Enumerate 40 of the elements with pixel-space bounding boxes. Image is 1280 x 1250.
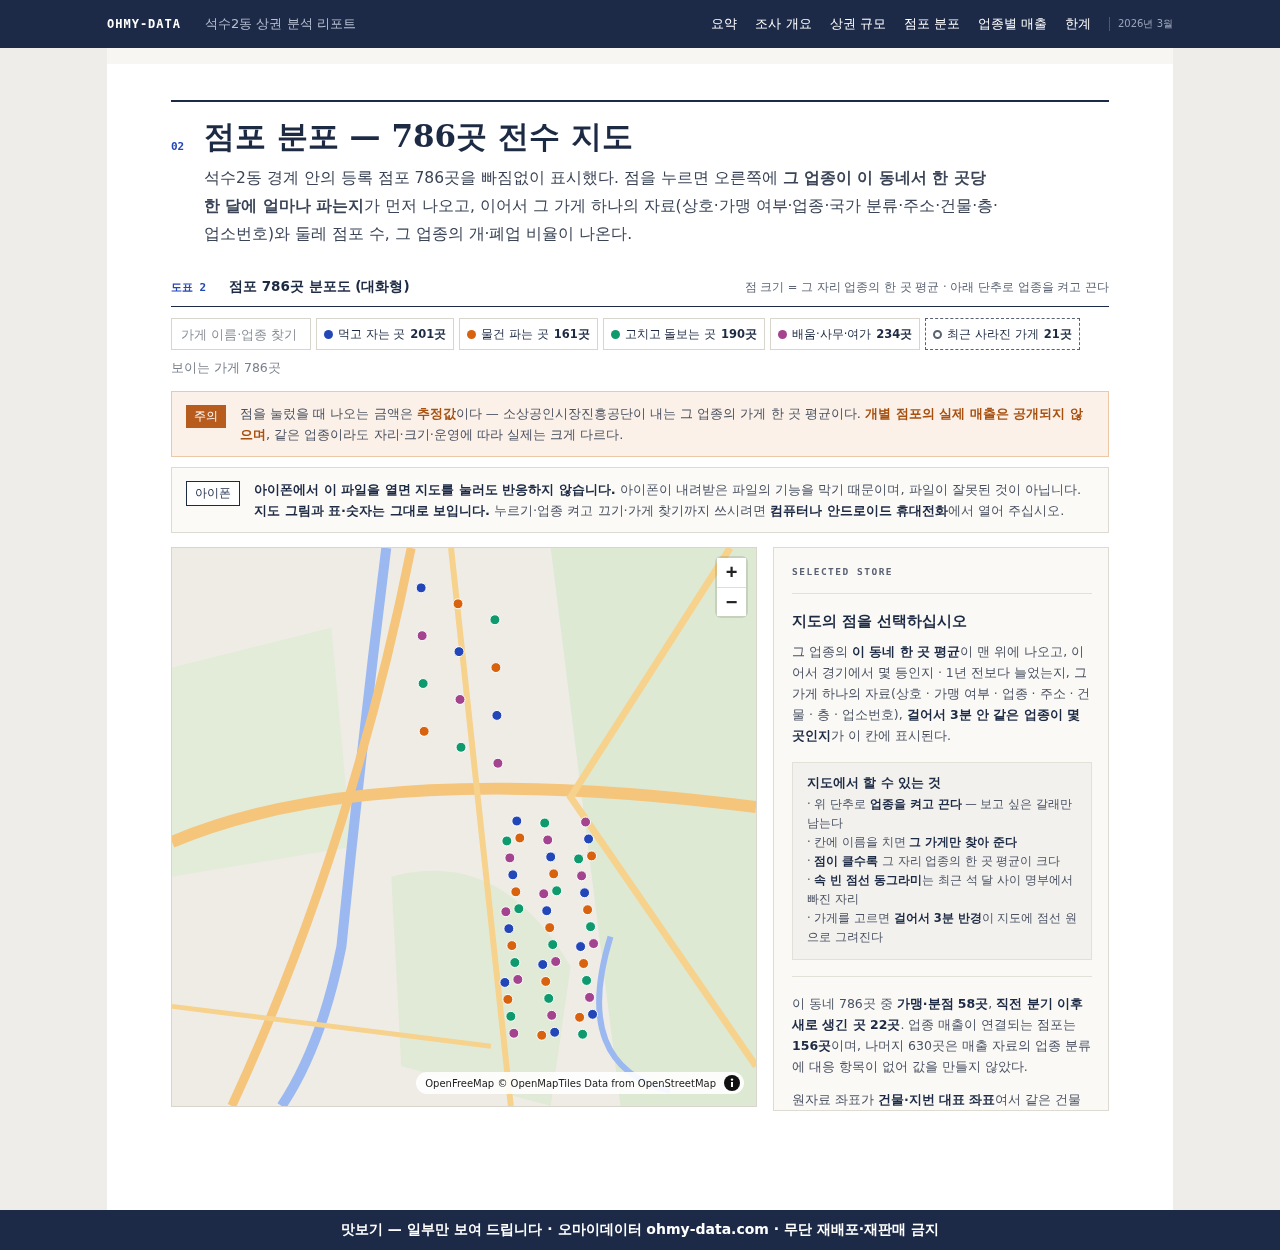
filter-chip[interactable]: 배움·사무·여가 234곳 [770,318,921,350]
notice-badge: 주의 [186,405,226,428]
figure-note: 점 크기 = 그 자리 업종의 한 곳 평균 · 아래 단추로 업종을 켜고 끈다 [744,280,1109,295]
nav-link[interactable]: 한계 [1065,15,1091,33]
filter-chip[interactable]: 먹고 자는 곳 201곳 [316,318,455,350]
nav-link[interactable]: 조사 개요 [755,15,812,33]
search-field[interactable]: 가게 이름·업종 찾기 [171,318,311,350]
filter-chip[interactable]: 최근 사라진 가게 21곳 [925,318,1080,350]
section-number: 02 [171,140,186,155]
panel-text: 그 업종의 이 동네 한 곳 평균이 맨 위에 나오고, 이어서 경기에서 몇 등인지 · 1년 전보다 늘었는지, 그 가게 하나의 자료(상호 · 가맹 여부 · 업종 · 주소 · 건물 · 층 · 업소번호), 걸어서 3분 안 같은 업종이 몇 곳인지가 이 칸에 표시된다. [792,643,1092,745]
figure-label: 도표 2 [171,280,208,295]
filter-chip[interactable]: 고치고 돌보는 곳 190곳 [602,318,765,350]
note-text: 원자료 좌표가 건물·지번 대표 좌표여서 같은 건물 [792,1091,1083,1109]
tip-text: · 가게를 고르면 걸어서 3분 반경이 지도에 점선 원으로 그려진다 [807,910,1077,946]
tip-text: · 속 빈 점선 동그라미는 최근 석 달 사이 명부에서 빠진 자리 [807,872,1074,908]
nav-link[interactable]: 요약 [711,15,738,33]
zoom-out-button[interactable]: − [717,587,746,616]
panel-eyebrow: SELECTED STORE [792,566,1092,594]
info-icon[interactable] [724,1075,740,1091]
panel-heading: 지도의 점을 선택하십시오 [792,612,969,631]
notice-badge: 아이폰 [186,481,240,506]
figure-title: 점포 786곳 분포도 (대화형) [229,278,410,296]
tip-text: · 위 단추로 업종을 켜고 끈다 — 보고 싶은 갈래만 남는다 [807,796,1073,832]
tips-title: 지도에서 할 수 있는 것 [807,775,943,792]
report-subtitle: 석수2동 상권 분석 리포트 [205,15,356,33]
nav-link[interactable]: 점포 분포 [903,15,960,33]
intro-paragraph: 석수2동 경계 안의 등록 점포 786곳을 빠짐없이 표시했다. 점을 누르면 오른쪽에 그 업종이 이 동네서 한 곳당 한 달에 얼마나 파는지가 먼저 나오고, 이어서 그 가게 하나의 자료(상호·가맹 여부·업종·국가 분류·주소·건물·층·업소번호)와 둘레 점포 수, 그 업종의 개·폐업 비율이 나온다. [204,168,999,245]
notice-text: 아이폰에서 이 파일을 열면 지도를 눌러도 반응하지 않습니다. 아이폰이 내려받은 파일의 기능을 막기 때문이며, 파일이 잘못된 것이 아닙니다. 지도 그림과 표·숫자는 그대로 보입니다. 누르기·업종 켜고 끄기·가게 찾기까지 쓰시려면 컴퓨터나 안드로이드 휴대전화에서 열어 주십시오. [254,481,1083,520]
nav-link[interactable]: 상권 규모 [829,15,886,33]
tip-text: · 점이 클수록 그 자리 업종의 한 곳 평균이 크다 [807,853,1061,870]
preview-banner: 맛보기 — 일부만 보여 드립니다 · 오마이데이터 ohmy-data.com · 무단 재배포·재판매 금지 [0,1210,1280,1250]
summary-text: 이 동네 786곳 중 가맹·분점 58곳, 직전 분기 이후 새로 생긴 곳 22곳. 업종 매출이 연결되는 점포는 156곳이며, 나머지 630곳은 매출 자료의 업종 분류에 대응 항목이 없어 값을 만들지 않았다. [792,995,1092,1076]
visible-count: 보이는 가게 786곳 [171,360,282,377]
report-date: 2026년 3월 [1109,17,1173,31]
nav-link[interactable]: 업종별 매출 [977,15,1047,33]
tip-text: · 칸에 이름을 치면 그 가게만 찾아 준다 [807,834,1019,851]
filter-chip[interactable]: 물건 파는 곳 161곳 [459,318,598,350]
notice-text: 점을 눌렀을 때 나오는 금액은 추정값이다 — 소상공인시장진흥공단이 내는 그 업종의 가게 한 곳 평균이다. 개별 점포의 실제 매출은 공개되지 않으며, 같은 업종이라도 자리·크기·운영에 따라 실제는 크게 다르다. [240,405,1084,444]
section-title: 점포 분포 — 786곳 전수 지도 [204,117,634,156]
brand-logo[interactable]: OHMY-DATA [107,17,182,31]
